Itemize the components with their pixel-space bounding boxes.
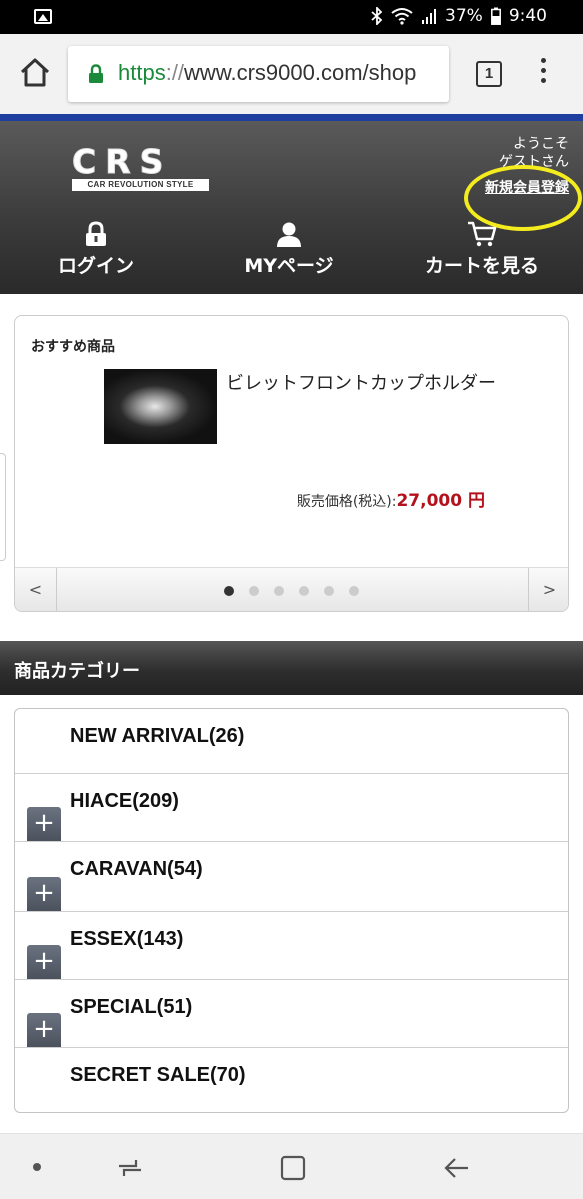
home-nav-icon[interactable] [280,1154,306,1182]
signal-icon [422,9,437,24]
expand-plus-icon[interactable]: + [27,807,61,841]
category-list: NEW ARRIVAL(26) HIACE(209) + CARAVAN(54) + ES… [14,708,569,1113]
product-name-link[interactable]: ビレットフロントカップホルダー [226,369,496,398]
system-nav-bar [0,1133,583,1199]
user-icon [277,222,301,247]
crs-logo[interactable]: CRS CAR REVOLUTION STYLE [72,144,212,191]
side-drawer-handle[interactable] [0,453,6,561]
status-indicators: 37% 9:40 [371,6,547,26]
carousel-dot[interactable] [274,586,284,596]
category-item[interactable]: CARAVAN(54) + [15,842,568,912]
category-item[interactable]: HIACE(209) + [15,774,568,842]
expand-plus-icon[interactable]: + [27,945,61,979]
carousel-dot[interactable] [299,586,309,596]
category-item[interactable]: ESSEX(143) + [15,912,568,980]
category-label[interactable]: CARAVAN(54) [70,858,203,881]
category-label[interactable]: HIACE(209) [70,790,179,813]
status-bar: 37% 9:40 [0,0,583,34]
next-button[interactable]: > [528,568,568,611]
category-item[interactable]: SPECIAL(51) + [15,980,568,1048]
wifi-icon [391,8,413,25]
battery-percent: 37% [445,6,483,26]
url-text: https://www.crs9000.com/shop [118,60,417,85]
price-value: 27,000 円 [396,491,485,511]
nav-indicator-dot [33,1163,41,1171]
carousel-dot[interactable] [224,586,234,596]
category-header: 商品カテゴリー [0,641,583,695]
cart-icon [468,221,497,247]
browser-toolbar: https://www.crs9000.com/shop 1 [0,34,583,114]
nav-cart[interactable]: カートを見る [420,221,544,278]
lock-icon [89,64,103,83]
expand-plus-icon[interactable]: + [27,877,61,911]
carousel-dots [224,586,359,596]
product-image[interactable] [104,369,217,444]
expand-plus-icon[interactable]: + [27,1013,61,1047]
overflow-menu-icon[interactable] [538,58,548,88]
bluetooth-icon [371,7,383,25]
home-icon[interactable] [18,56,52,90]
battery-icon [490,7,501,25]
carousel-controls: < > [15,567,568,611]
gallery-notification-icon [34,9,52,24]
category-item[interactable]: SECRET SALE(70) [15,1048,568,1112]
tab-switcher-button[interactable]: 1 [476,61,502,87]
prev-button[interactable]: < [15,568,57,611]
back-icon[interactable] [442,1154,470,1182]
lock-icon [86,221,106,246]
category-item[interactable]: NEW ARRIVAL(26) [15,709,568,774]
category-label[interactable]: NEW ARRIVAL(26) [70,725,244,748]
product-price: 販売価格(税込):27,000 円 [296,491,485,511]
url-bar[interactable]: https://www.crs9000.com/shop [68,46,449,102]
nav-mypage[interactable]: MYページ [241,221,337,278]
recommended-carousel: おすすめ商品 ビレットフロントカップホルダー 販売価格(税込):27,000 円… [14,315,569,612]
site-header: CRS CAR REVOLUTION STYLE ようこそ ゲストさん 新規会員… [0,114,583,294]
category-label[interactable]: SPECIAL(51) [70,996,192,1019]
clock: 9:40 [508,6,547,26]
nav-login[interactable]: ログイン [56,221,136,278]
carousel-dot[interactable] [324,586,334,596]
category-label[interactable]: ESSEX(143) [70,928,183,951]
section-title: おすすめ商品 [31,339,115,355]
carousel-dot[interactable] [249,586,259,596]
recent-apps-icon[interactable] [116,1154,144,1182]
category-label[interactable]: SECRET SALE(70) [70,1064,246,1087]
carousel-dot[interactable] [349,586,359,596]
